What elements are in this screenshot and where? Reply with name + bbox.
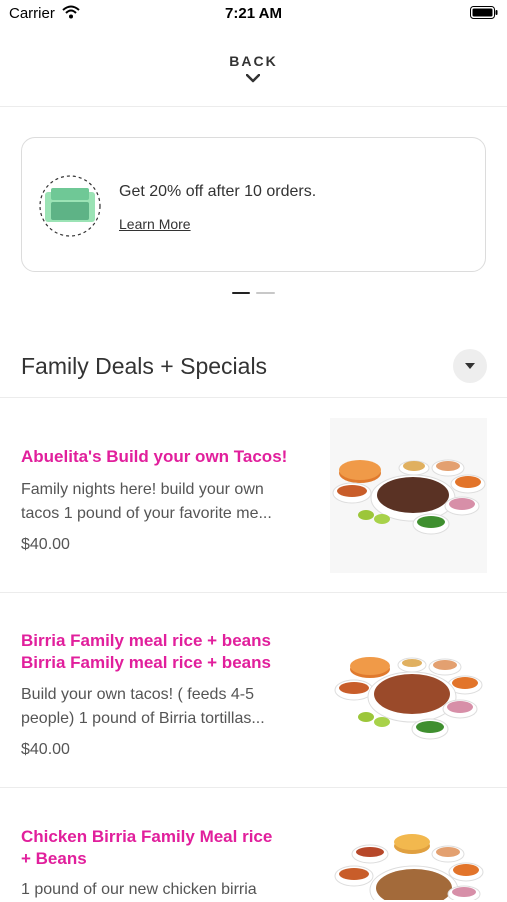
learn-more-link[interactable]: Learn More <box>119 216 191 232</box>
back-button[interactable]: BACK <box>0 44 507 106</box>
item-price: $40.00 <box>21 536 70 553</box>
taco-kit-image <box>330 418 487 573</box>
rewards-box-icon <box>39 175 101 237</box>
back-label: BACK <box>229 53 278 69</box>
item-title: Birria Family meal rice + beans Birria F… <box>21 631 271 672</box>
menu-item[interactable]: Birria Family meal rice + beans Birria F… <box>0 593 507 787</box>
item-description: 1 pound of our new chicken birria <box>21 881 257 898</box>
section-title: Family Deals + Specials <box>21 353 268 379</box>
carousel-dot-active[interactable] <box>232 292 250 294</box>
status-time: 7:21 AM <box>225 5 282 22</box>
caret-down-icon <box>465 363 475 369</box>
chicken-birria-image <box>334 834 484 900</box>
item-description: Build your own tacos! ( feeds 4-5 people… <box>21 686 265 727</box>
chevron-down-icon <box>246 74 260 83</box>
section-toggle-button[interactable] <box>453 349 487 383</box>
item-price: $40.00 <box>21 741 70 758</box>
promo-text: Get 20% off after 10 orders. <box>119 183 317 200</box>
carousel-dot[interactable] <box>256 292 275 294</box>
status-bar: Carrier 7:21 AM <box>0 0 507 28</box>
promo-card[interactable]: Get 20% off after 10 orders. Learn More <box>21 137 486 272</box>
battery-icon <box>470 6 498 19</box>
menu-item[interactable]: Abuelita's Build your own Tacos! Family … <box>0 398 507 592</box>
birria-kit-image <box>334 657 483 740</box>
item-title: Chicken Birria Family Meal rice + Beans <box>21 827 273 868</box>
item-description: Family nights here! build your own tacos… <box>21 481 272 522</box>
item-title: Abuelita's Build your own Tacos! <box>21 447 288 466</box>
menu-item[interactable]: Chicken Birria Family Meal rice + Beans … <box>0 788 507 900</box>
header-divider <box>0 106 507 107</box>
